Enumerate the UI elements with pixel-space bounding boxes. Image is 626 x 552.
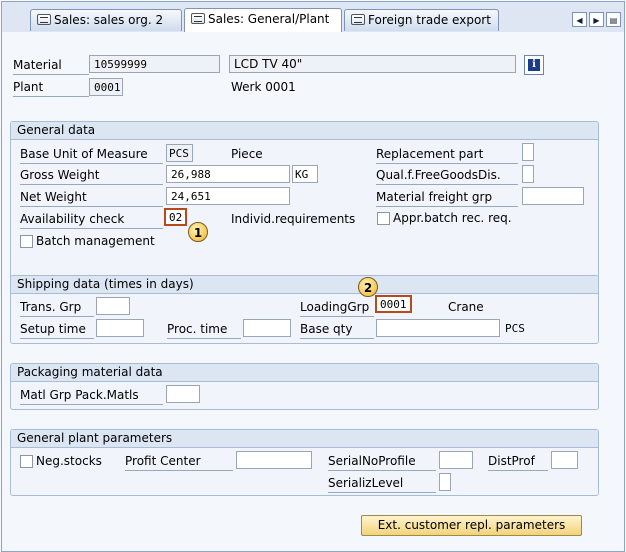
setup-time-field[interactable] (96, 319, 144, 337)
base-qty-unit: PCS (505, 322, 525, 335)
group-title: Packaging material data (11, 364, 598, 382)
batch-management-checkbox[interactable] (20, 235, 33, 248)
replacement-part-label: Replacement part (376, 146, 518, 164)
loading-grp-label: LoadingGrp (300, 299, 374, 317)
material-freight-grp-label: Material freight grp (376, 189, 518, 207)
availability-check-label: Availability check (20, 211, 163, 229)
trans-grp-field[interactable] (96, 297, 130, 315)
material-description-field[interactable]: LCD TV 40" (229, 55, 516, 73)
window: Sales: sales org. 2 Sales: General/Plant… (1, 1, 625, 552)
ext-customer-repl-parameters-button[interactable]: Ext. customer repl. parameters (361, 515, 582, 536)
proc-time-field[interactable] (243, 319, 291, 337)
base-uom-text: Piece (231, 147, 263, 161)
tab-sales-org-2[interactable]: Sales: sales org. 2 (30, 9, 182, 31)
group-title: General data (11, 122, 598, 140)
gross-weight-label: Gross Weight (20, 167, 163, 185)
appr-batch-checkbox[interactable] (377, 212, 390, 225)
tab-content: Material 10599999 LCD TV 40" i Plant 000… (2, 32, 624, 551)
tab-bar: Sales: sales org. 2 Sales: General/Plant… (2, 2, 624, 32)
base-uom-label: Base Unit of Measure (20, 146, 163, 164)
tab-screen-icon (191, 13, 205, 24)
matl-grp-pack-label: Matl Grp Pack.Matls (20, 387, 163, 405)
tab-list-icon[interactable]: ▤ (606, 12, 621, 27)
material-label: Material (13, 57, 89, 75)
setup-time-label: Setup time (20, 321, 94, 339)
matl-grp-pack-field[interactable] (166, 385, 200, 403)
neg-stocks-checkbox[interactable] (20, 455, 33, 468)
scroll-left-icon[interactable]: ◀ (572, 12, 587, 27)
trans-grp-label: Trans. Grp (20, 299, 94, 317)
plant-label: Plant (13, 79, 89, 97)
tab-label: Foreign trade export (368, 13, 491, 27)
gross-weight-field[interactable]: 26,988 (166, 165, 290, 183)
weight-unit-field[interactable]: KG (292, 165, 318, 183)
material-freight-grp-field[interactable] (522, 187, 584, 205)
neg-stocks-label: Neg.stocks (36, 454, 102, 468)
replacement-part-field[interactable] (522, 143, 534, 161)
distprof-label: DistProf (488, 453, 548, 471)
availability-check-text: Individ.requirements (231, 212, 356, 226)
availability-check-field[interactable]: 02 (164, 208, 187, 226)
tab-label: Sales: sales org. 2 (54, 13, 164, 27)
loading-grp-text: Crane (448, 300, 484, 314)
plant-name: Werk 0001 (231, 80, 296, 94)
plant-field[interactable]: 0001 (89, 78, 123, 96)
qual-free-goods-label: Qual.f.FreeGoodsDis. (376, 167, 518, 185)
scroll-right-icon[interactable]: ▶ (589, 12, 604, 27)
base-qty-field[interactable] (376, 319, 500, 337)
net-weight-label: Net Weight (20, 189, 163, 207)
group-title: Shipping data (times in days) (11, 276, 598, 294)
tab-sales-general-plant[interactable]: Sales: General/Plant (184, 8, 342, 32)
tab-label: Sales: General/Plant (208, 12, 330, 26)
qual-free-goods-field[interactable] (522, 165, 534, 183)
serializ-level-field[interactable] (439, 473, 451, 491)
material-number-field[interactable]: 10599999 (89, 55, 220, 73)
profit-center-field[interactable] (236, 451, 312, 469)
serializ-level-label: SerializLevel (328, 475, 436, 493)
proc-time-label: Proc. time (167, 321, 241, 339)
tab-screen-icon (351, 14, 365, 25)
group-title: General plant parameters (11, 430, 598, 448)
batch-management-label: Batch management (36, 234, 155, 248)
serial-no-profile-label: SerialNoProfile (328, 453, 436, 471)
profit-center-label: Profit Center (125, 453, 233, 471)
appr-batch-label: Appr.batch rec. req. (393, 211, 512, 225)
annotation-badge-1: 1 (188, 222, 208, 242)
loading-grp-field[interactable]: 0001 (375, 295, 412, 313)
distprof-field[interactable] (551, 451, 578, 469)
net-weight-field[interactable]: 24,651 (166, 187, 290, 205)
base-qty-label: Base qty (300, 321, 374, 339)
base-uom-field[interactable]: PCS (166, 144, 193, 162)
annotation-badge-2: 2 (358, 277, 378, 297)
tab-screen-icon (37, 14, 51, 25)
tab-foreign-trade-export[interactable]: Foreign trade export (344, 9, 499, 31)
info-icon[interactable]: i (524, 55, 544, 75)
serial-no-profile-field[interactable] (439, 451, 473, 469)
